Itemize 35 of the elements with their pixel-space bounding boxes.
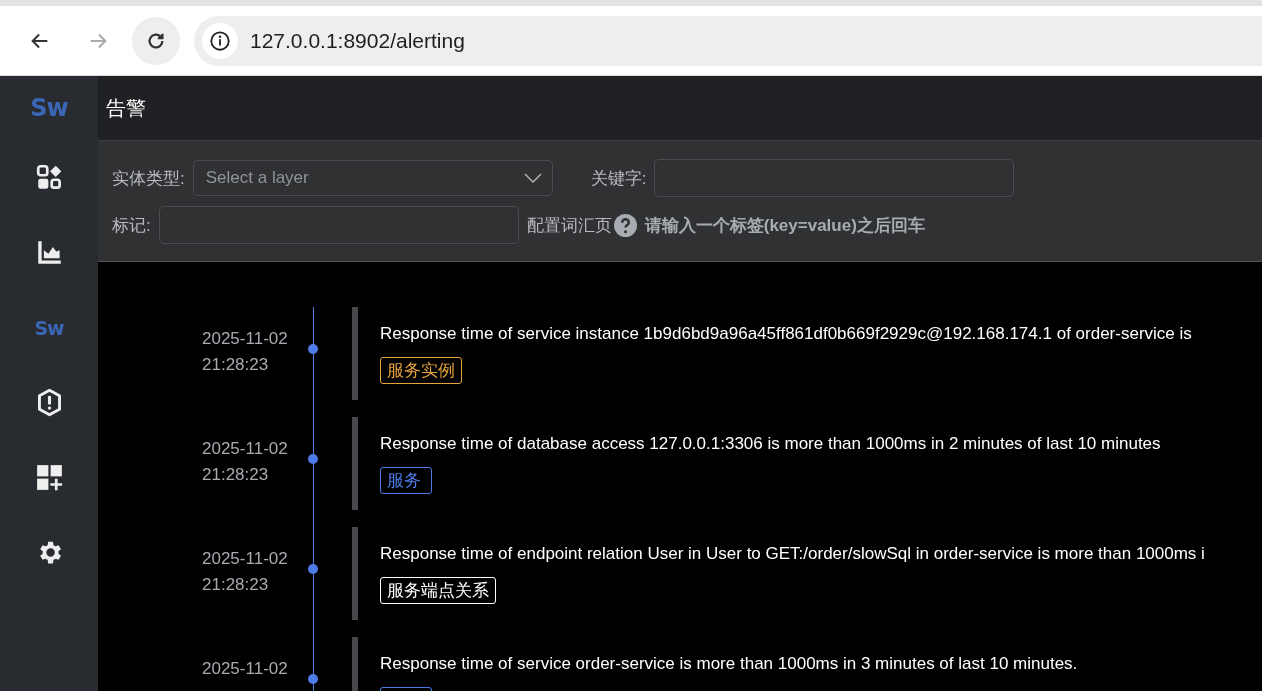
entity-type-label: 实体类型: bbox=[112, 167, 185, 190]
address-bar[interactable]: 127.0.0.1:8902/alerting bbox=[194, 15, 1262, 66]
tags-label: 标记: bbox=[112, 214, 151, 237]
help-link[interactable]: 配置词汇页 bbox=[526, 213, 612, 237]
help-icon[interactable] bbox=[613, 213, 637, 237]
add-dashboard-icon bbox=[35, 464, 63, 491]
alert-message: Response time of service order-service is more than 1000ms in 3 minutes of last 10 minutes. bbox=[380, 654, 1079, 674]
keyword-field[interactable] bbox=[654, 159, 1015, 197]
tags-field[interactable] bbox=[158, 206, 519, 244]
alert-date: 2025-11-02 bbox=[202, 549, 289, 569]
chevron-down-icon bbox=[523, 173, 542, 183]
keyword-label: 关键字: bbox=[590, 167, 647, 190]
alert-date: 2025-11-02 bbox=[202, 659, 289, 679]
logo: Sw bbox=[30, 94, 68, 122]
alert-message: Response time of endpoint relation User in User to GET:/order/slowSql in order-service is more than 1000ms i bbox=[380, 544, 1206, 564]
alert-icon bbox=[35, 388, 63, 417]
page-title: 告警 bbox=[106, 95, 146, 121]
widgets-icon bbox=[35, 164, 63, 191]
alert-time: 21:28:23 bbox=[202, 355, 270, 375]
alert-date: 2025-11-02 bbox=[202, 329, 289, 349]
reload-button[interactable] bbox=[132, 16, 180, 65]
alert-message: Response time of database access 127.0.0.1:3306 is more than 1000ms in 2 minutes of last 10 minutes bbox=[380, 434, 1162, 454]
hint-text: 请输入一个标签(key=value)之后回车 bbox=[644, 214, 925, 237]
alert-message: Response time of service instance 1b9d6bd9a96a45ff861df0b669f2929c@192.168.174.1 of order-service is bbox=[380, 324, 1193, 344]
scope-tag: 服务 bbox=[380, 467, 432, 494]
alert-date: 2025-11-02 bbox=[202, 439, 289, 459]
info-icon bbox=[209, 29, 231, 52]
scope-tag: 服务实例 bbox=[380, 357, 462, 384]
logo: Sw bbox=[34, 316, 64, 339]
layer-select[interactable]: Select a layer bbox=[192, 160, 553, 196]
alert-time: 21:28:23 bbox=[202, 465, 270, 485]
chart-icon bbox=[35, 239, 63, 266]
scope-tag: 服务端点关系 bbox=[380, 577, 496, 604]
alert-time: 21:28:23 bbox=[202, 575, 270, 595]
url-text: 127.0.0.1:8902/alerting bbox=[250, 28, 465, 53]
